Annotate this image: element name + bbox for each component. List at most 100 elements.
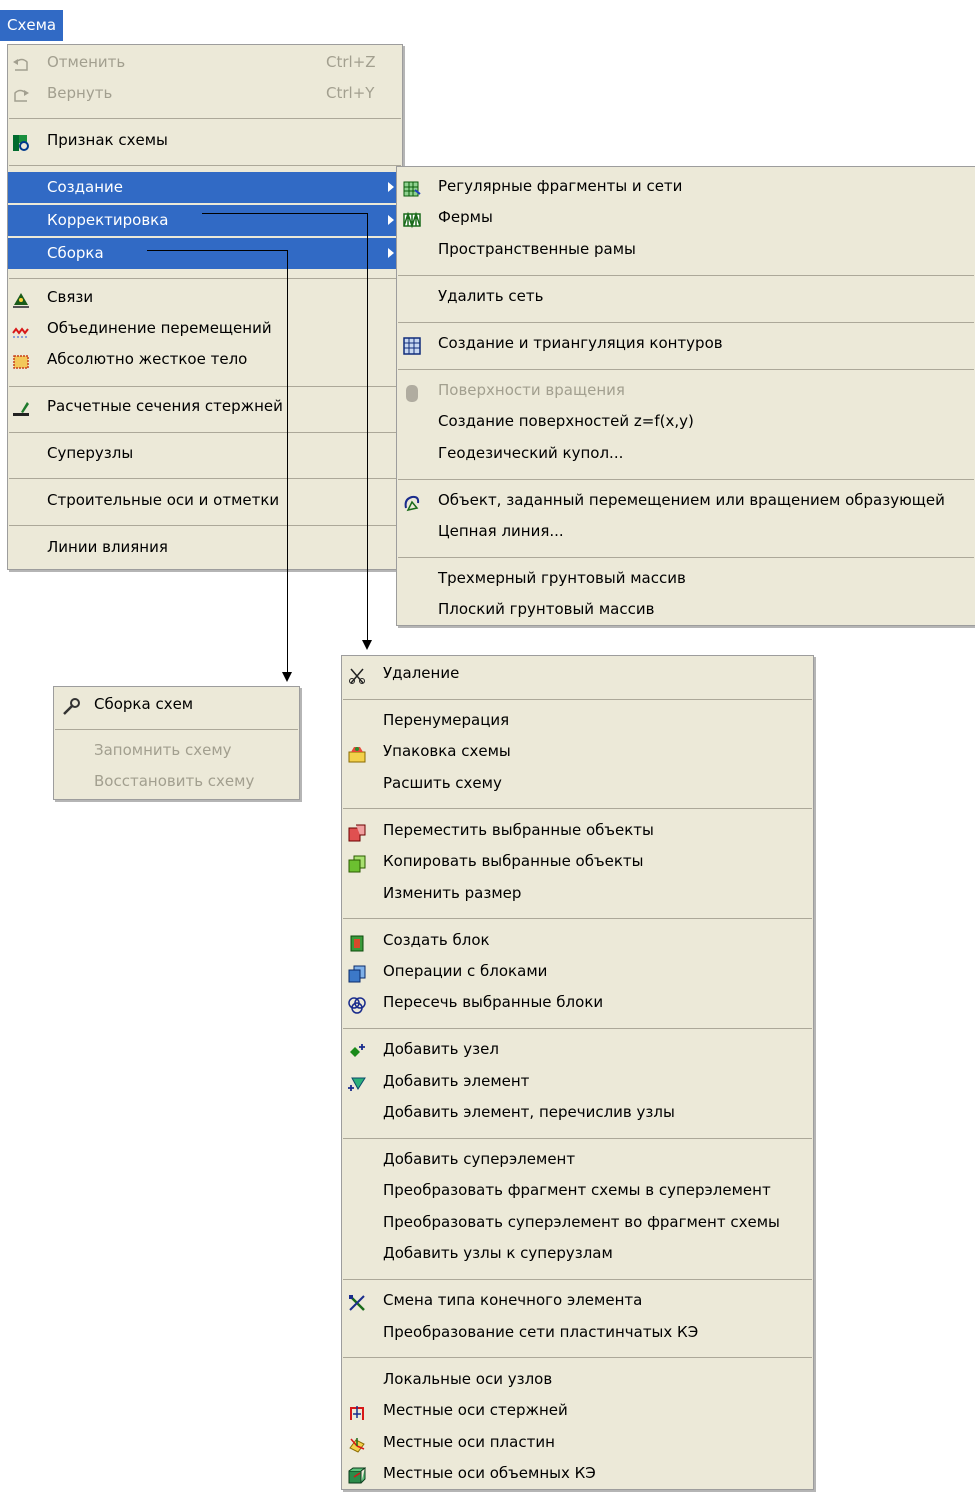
- separator: [398, 369, 974, 370]
- menu-item-pack-scheme[interactable]: Упаковка схемы: [342, 736, 813, 767]
- scissors-icon: [348, 665, 366, 684]
- menu-item-regular-fragments[interactable]: Регулярные фрагменты и сети: [397, 171, 975, 202]
- menu-item-rigid-body[interactable]: Абсолютно жесткое тело: [8, 344, 402, 375]
- move-objects-label: Переместить выбранные объекты: [383, 821, 654, 839]
- menu-item-bar-sections[interactable]: Расчетные сечения стержней: [8, 391, 402, 422]
- arrowhead: [362, 640, 372, 650]
- truss-icon: [403, 209, 421, 229]
- menu-item-fragment-to-superelement[interactable]: Преобразовать фрагмент схемы в суперэлем…: [342, 1175, 813, 1206]
- menu-item-change-fe-type[interactable]: Смена типа конечного элемента: [342, 1285, 813, 1316]
- menu-item-supernodes[interactable]: Суперузлы: [8, 438, 402, 469]
- menu-item-move-objects[interactable]: Переместить выбранные объекты: [342, 815, 813, 846]
- menu-item-add-element[interactable]: Добавить элемент: [342, 1066, 813, 1097]
- menu-item-delete-grid[interactable]: Удалить сеть: [397, 281, 975, 312]
- add-node-label: Добавить узел: [383, 1040, 499, 1058]
- separator: [55, 729, 298, 730]
- menu-item-add-element-nodes[interactable]: Добавить элемент, перечислив узлы: [342, 1097, 813, 1128]
- menu-item-create-surfaces[interactable]: Создание поверхностей z=f(x,y): [397, 406, 975, 437]
- create-surfaces-label: Создание поверхностей z=f(x,y): [438, 412, 694, 430]
- copy-objects-label: Копировать выбранные объекты: [383, 852, 644, 870]
- node-local-axes-label: Локальные оси узлов: [383, 1370, 553, 1388]
- create-block-icon: [348, 932, 366, 952]
- separator: [398, 557, 974, 558]
- separator: [343, 1357, 812, 1358]
- menu-item-contour-triangulation[interactable]: Создание и триангуляция контуров: [397, 328, 975, 359]
- pack-scheme-icon: [348, 743, 366, 763]
- menu-item-resize[interactable]: Изменить размер: [342, 878, 813, 909]
- change-fe-type-icon: [348, 1292, 366, 1311]
- bar-local-axes-icon: [348, 1402, 366, 1420]
- assembly-submenu: Сборка схем Запомнить схему Восстановить…: [53, 686, 300, 800]
- add-superelement-label: Добавить суперэлемент: [383, 1150, 576, 1168]
- menu-item-constraints[interactable]: Связи: [8, 282, 402, 313]
- menu-item-sweep-object[interactable]: Объект, заданный перемещением или вращен…: [397, 485, 975, 516]
- menu-item-solid-local-axes[interactable]: Местные оси объемных КЭ: [342, 1458, 813, 1489]
- menu-item-unstitch-scheme[interactable]: Расшить схему: [342, 768, 813, 799]
- menu-item-add-superelement[interactable]: Добавить суперэлемент: [342, 1144, 813, 1175]
- menu-item-influence-lines[interactable]: Линии влияния: [8, 532, 402, 563]
- assemble-schemes-label: Сборка схем: [94, 695, 194, 713]
- copy-objects-icon: [348, 853, 366, 873]
- menu-item-flat-soil[interactable]: Плоский грунтовый массив: [397, 594, 975, 625]
- menu-item-trusses[interactable]: Фермы: [397, 202, 975, 233]
- solid-local-axes-icon: [348, 1465, 367, 1484]
- bar-sections-label: Расчетные сечения стержней: [47, 397, 283, 415]
- menu-item-catenary[interactable]: Цепная линия...: [397, 516, 975, 547]
- menu-item-bar-local-axes[interactable]: Местные оси стержней: [342, 1395, 813, 1426]
- menu-item-plate-local-axes[interactable]: Местные оси пластин: [342, 1427, 813, 1458]
- menu-item-restore-scheme[interactable]: Восстановить схему: [54, 766, 299, 797]
- 3d-soil-label: Трехмерный грунтовый массив: [438, 569, 686, 587]
- menu-item-create-block[interactable]: Создать блок: [342, 925, 813, 956]
- menu-schema[interactable]: Схема: [0, 10, 64, 41]
- correction-submenu: Удаление Перенумерация Упаковка схемы Ра…: [341, 655, 814, 1490]
- menu-item-rotation-surfaces[interactable]: Поверхности вращения: [397, 375, 975, 406]
- menu-item-block-operations[interactable]: Операции с блоками: [342, 956, 813, 987]
- trusses-label: Фермы: [438, 208, 493, 226]
- menu-item-add-node[interactable]: Добавить узел: [342, 1034, 813, 1065]
- superelement-to-fragment-label: Преобразовать суперэлемент во фрагмент с…: [383, 1213, 780, 1231]
- menu-item-scheme-flag[interactable]: Признак схемы: [8, 125, 402, 156]
- menu-item-superelement-to-fragment[interactable]: Преобразовать суперэлемент во фрагмент с…: [342, 1207, 813, 1238]
- menu-item-delete[interactable]: Удаление: [342, 658, 813, 689]
- sweep-object-icon: [403, 492, 421, 512]
- submenu-arrow-icon: [388, 182, 394, 192]
- undo-icon: [12, 54, 30, 72]
- menu-item-redo[interactable]: Вернуть Ctrl+Y: [8, 78, 402, 109]
- solid-local-axes-label: Местные оси объемных КЭ: [383, 1464, 596, 1482]
- block-operations-icon: [348, 963, 366, 983]
- renumber-label: Перенумерация: [383, 711, 510, 729]
- separator: [343, 1279, 812, 1280]
- menu-item-renumber[interactable]: Перенумерация: [342, 705, 813, 736]
- menu-item-correction[interactable]: Корректировка: [8, 205, 402, 236]
- connector-line: [367, 213, 368, 643]
- rigid-body-label: Абсолютно жесткое тело: [47, 350, 248, 368]
- menu-item-assemble-schemes[interactable]: Сборка схем: [54, 689, 299, 720]
- menu-item-copy-objects[interactable]: Копировать выбранные объекты: [342, 846, 813, 877]
- menu-item-unite-displacements[interactable]: Объединение перемещений: [8, 313, 402, 344]
- main-menu: Отменить Ctrl+Z Вернуть Ctrl+Y Признак с…: [7, 44, 403, 570]
- menu-item-assembly[interactable]: Сборка: [8, 238, 402, 269]
- menu-item-add-nodes-to-supernodes[interactable]: Добавить узлы к суперузлам: [342, 1238, 813, 1269]
- separator: [9, 118, 401, 119]
- menu-item-node-local-axes[interactable]: Локальные оси узлов: [342, 1364, 813, 1395]
- separator: [343, 699, 812, 700]
- add-node-icon: [348, 1041, 366, 1059]
- undo-shortcut: Ctrl+Z: [326, 53, 376, 71]
- menu-item-3d-soil[interactable]: Трехмерный грунтовый массив: [397, 563, 975, 594]
- menu-item-creation[interactable]: Создание: [8, 172, 402, 203]
- supernodes-label: Суперузлы: [47, 444, 134, 462]
- menu-item-spatial-frames[interactable]: Пространственные рамы: [397, 234, 975, 265]
- menu-item-undo[interactable]: Отменить Ctrl+Z: [8, 47, 402, 78]
- separator: [398, 275, 974, 276]
- separator: [343, 1138, 812, 1139]
- connector-line: [287, 250, 288, 674]
- menu-item-remember-scheme[interactable]: Запомнить схему: [54, 735, 299, 766]
- separator: [9, 165, 401, 166]
- geodesic-dome-label: Геодезический купол...: [438, 444, 624, 462]
- separator: [398, 322, 974, 323]
- menu-item-geodesic-dome[interactable]: Геодезический купол...: [397, 438, 975, 469]
- separator: [343, 918, 812, 919]
- menu-item-building-axes[interactable]: Строительные оси и отметки: [8, 485, 402, 516]
- menu-item-convert-plate-mesh[interactable]: Преобразование сети пластинчатых КЭ: [342, 1317, 813, 1348]
- menu-item-intersect-blocks[interactable]: Пересечь выбранные блоки: [342, 987, 813, 1018]
